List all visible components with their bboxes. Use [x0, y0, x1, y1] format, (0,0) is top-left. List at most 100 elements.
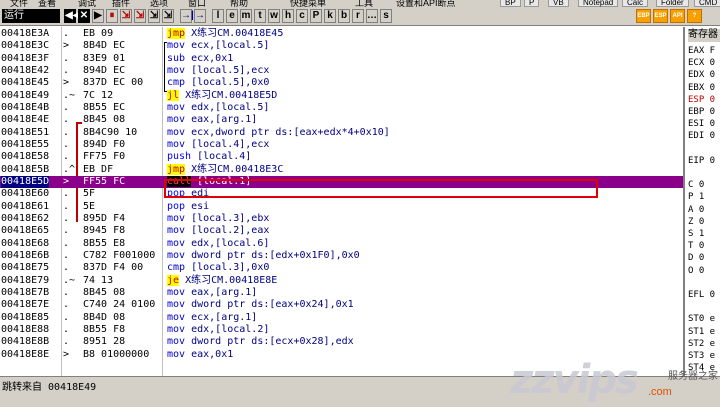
registers-pane[interactable]: 寄存器 EAX F ECX 0 EDX 0 EBX 0 ESP 0 EBP 0 ESI 0E…: [683, 27, 720, 376]
menu-item[interactable]: 调试: [78, 0, 96, 7]
toolbar-button[interactable]: …: [366, 9, 378, 23]
toolbar-button[interactable]: ⇲: [148, 9, 160, 23]
toolbar-button[interactable]: EBP: [636, 9, 651, 23]
toolbar-button[interactable]: ⇲: [162, 9, 174, 23]
disasm-row[interactable]: 00418E55. 894D F0 mov [local.4],ecx: [0, 139, 683, 151]
menu-item[interactable]: 插件: [112, 0, 130, 7]
disasm-row[interactable]: 00418E3A. EB 09 jmp X练习CM.00418E45: [0, 28, 683, 40]
disassembly-pane[interactable]: 00418E3A. EB 09 jmp X练习CM.00418E45 00418E3C…: [0, 27, 683, 376]
toolbar-button[interactable]: e: [226, 9, 238, 23]
register-entry[interactable]: D 0: [688, 252, 704, 264]
toolbar-button[interactable]: ◀◀: [64, 9, 80, 23]
toolbar-button[interactable]: w: [268, 9, 280, 23]
menu-item[interactable]: 工具: [355, 0, 373, 7]
toolbar-button[interactable]: l: [212, 9, 224, 23]
toolbar-button[interactable]: →: [194, 9, 206, 23]
disasm-row[interactable]: 00418E79 .~ 74 13 je X练习CM.00418E8E: [0, 274, 683, 287]
toolbar-button[interactable]: ✕: [78, 9, 90, 23]
toolbar-button[interactable]: P: [310, 9, 322, 23]
operands: edx,[local.6]: [191, 237, 270, 249]
register-entry[interactable]: O 0: [688, 265, 704, 277]
menu-item[interactable]: 帮助: [230, 0, 248, 7]
plugin-shortcut-button[interactable]: Folder: [656, 0, 689, 7]
disasm-row[interactable]: 00418E4E. 8B45 08 mov eax,[arg.1]: [0, 114, 683, 126]
register-entry[interactable]: ESP 0: [688, 94, 715, 106]
toolbar-button[interactable]: →|: [180, 9, 194, 23]
disasm-row[interactable]: 00418E88. 8B55 F8 mov edx,[local.2]: [0, 324, 683, 336]
opcode-hex: 7C 12: [83, 89, 114, 101]
menu-item[interactable]: 设置和API断点: [396, 0, 456, 7]
register-entry[interactable]: EDI 0: [688, 130, 715, 142]
plugin-shortcut-button[interactable]: Notepad: [578, 0, 619, 7]
toolbar-button[interactable]: t: [254, 9, 266, 23]
plugin-shortcut-button[interactable]: P: [524, 0, 540, 7]
register-entry[interactable]: A 0: [688, 204, 704, 216]
register-entry[interactable]: ST0 e: [688, 313, 715, 325]
disasm-row[interactable]: 00418E51. 8B4C90 10 mov ecx,dword ptr ds:[…: [0, 127, 683, 139]
plugin-shortcut-button[interactable]: Calc: [622, 0, 649, 7]
menu-item[interactable]: 选项: [150, 0, 168, 7]
instruction: mov dword ptr ds:[eax+0x24],0x1: [167, 299, 354, 311]
toolbar-button[interactable]: ⏸: [106, 9, 118, 23]
toolbar-button[interactable]: ?: [687, 9, 702, 23]
mnemonic: mov: [167, 212, 186, 224]
register-entry[interactable]: EAX F: [688, 45, 715, 57]
disasm-row[interactable]: 00418E65. 8945 F8 mov [local.2],eax: [0, 225, 683, 237]
toolbar-button[interactable]: r: [352, 9, 364, 23]
disasm-row[interactable]: 00418E75. 837D F4 00 cmp [local.3],0x0: [0, 262, 683, 274]
plugin-shortcut-button[interactable]: CMD: [694, 0, 720, 7]
register-entry[interactable]: EFL 0: [688, 289, 715, 301]
menu-item[interactable]: 窗口: [188, 0, 206, 7]
disasm-row[interactable]: 00418E4B. 8B55 EC mov edx,[local.5]: [0, 102, 683, 114]
disasm-row[interactable]: 00418E5B .^ EB DF jmp X练习CM.00418E3C: [0, 163, 683, 176]
toolbar-button[interactable]: ESP: [653, 9, 668, 23]
toolbar-button[interactable]: h: [282, 9, 294, 23]
register-entry[interactable]: ESI 0: [688, 118, 715, 130]
jump-marker: .~: [63, 89, 76, 101]
jump-marker: .: [63, 323, 70, 335]
register-entry[interactable]: ST2 e: [688, 338, 715, 350]
disasm-row[interactable]: 00418E68. 8B55 E8 mov edx,[local.6]: [0, 238, 683, 250]
menu-item[interactable]: 快捷菜单: [290, 0, 326, 7]
register-entry[interactable]: P 1: [688, 191, 704, 203]
disasm-row[interactable]: 00418E58. FF75 F0 push [local.4]: [0, 151, 683, 163]
toolbar-button[interactable]: c: [296, 9, 308, 23]
toolbar-button[interactable]: ▶: [92, 9, 104, 23]
register-entry[interactable]: ST1 e: [688, 326, 715, 338]
disasm-row[interactable]: 00418E3C >8B4D EC mov ecx,[local.5]: [0, 40, 683, 52]
disasm-row[interactable]: 00418E8B. 8951 28 mov dword ptr ds:[ecx+0x…: [0, 336, 683, 348]
disasm-row[interactable]: 00418E3F. 83E9 01 sub ecx,0x1: [0, 53, 683, 65]
disasm-row[interactable]: 00418E7E. C740 24 0100 mov dword ptr ds:[e…: [0, 299, 683, 311]
menu-item[interactable]: 文件: [10, 0, 28, 7]
toolbar-button[interactable]: s: [380, 9, 392, 23]
register-entry[interactable]: T 0: [688, 240, 704, 252]
toolbar-button[interactable]: b: [338, 9, 350, 23]
opcode-hex: 74 13: [83, 274, 114, 286]
register-entry[interactable]: C 0: [688, 179, 704, 191]
disasm-row[interactable]: 00418E45 >837D EC 00 cmp [local.5],0x0: [0, 77, 683, 89]
register-entry[interactable]: ST3 e: [688, 350, 715, 362]
toolbar-button[interactable]: API: [670, 9, 685, 23]
toolbar-button[interactable]: m: [240, 9, 252, 23]
disasm-row[interactable]: 00418E6B. C782 F001000 mov dword ptr ds:[e…: [0, 250, 683, 262]
plugin-shortcut-button[interactable]: BP: [500, 0, 521, 7]
register-entry[interactable]: EDX 0: [688, 69, 715, 81]
disasm-row[interactable]: 00418E61. 5E pop esi: [0, 201, 683, 213]
plugin-shortcut-button[interactable]: VB: [548, 0, 569, 7]
toolbar-button[interactable]: ⇲: [134, 9, 146, 23]
menu-item[interactable]: 查看: [38, 0, 56, 7]
toolbar-button[interactable]: k: [324, 9, 336, 23]
disasm-row[interactable]: 00418E49 .~ 7C 12 jl X练习CM.00418E5D: [0, 89, 683, 102]
register-entry[interactable]: ECX 0: [688, 57, 715, 69]
disasm-row[interactable]: 00418E42. 894D EC mov [local.5],ecx: [0, 65, 683, 77]
register-entry[interactable]: Z 0: [688, 216, 704, 228]
register-entry[interactable]: S 1: [688, 228, 704, 240]
register-entry[interactable]: EIP 0: [688, 155, 715, 167]
disasm-row[interactable]: 00418E7B. 8B45 08 mov eax,[arg.1]: [0, 287, 683, 299]
address: 00418E5D: [1, 175, 50, 188]
register-entry[interactable]: EBP 0: [688, 106, 715, 118]
register-entry[interactable]: EBX 0: [688, 82, 715, 94]
toolbar-button[interactable]: ⇲: [120, 9, 132, 23]
disasm-row[interactable]: 00418E62. 895D F4 mov [local.3],ebx: [0, 213, 683, 225]
disasm-row[interactable]: 00418E85. 8B4D 08 mov ecx,[arg.1]: [0, 312, 683, 324]
